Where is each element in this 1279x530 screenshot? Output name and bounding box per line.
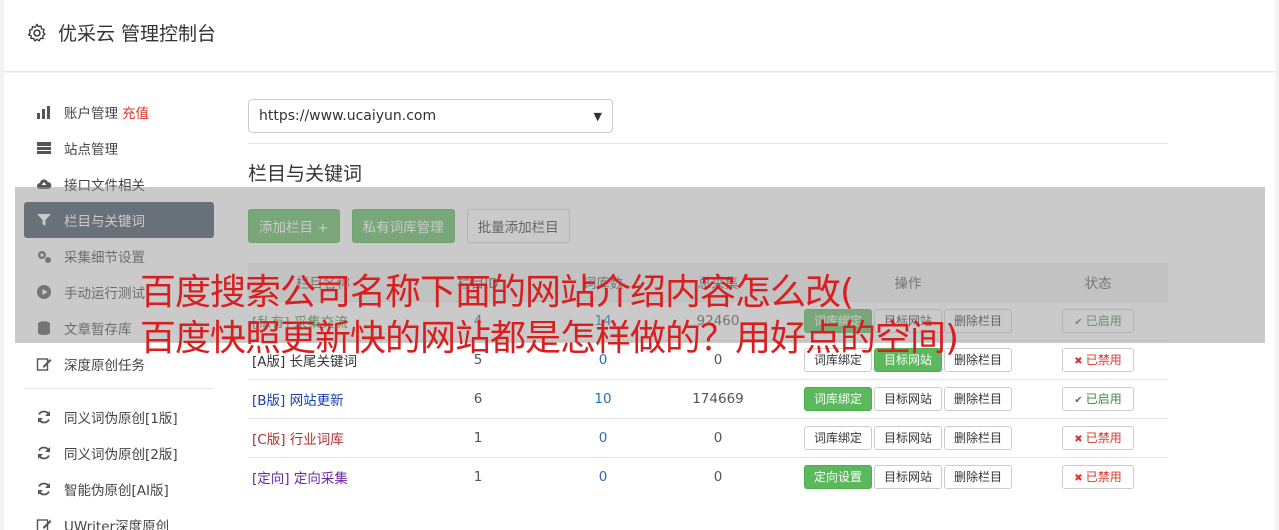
lib-count[interactable]: 10 [558, 378, 648, 418]
sidebar-item-a0[interactable]: 账户管理 充值 [24, 94, 214, 130]
refresh-icon [36, 445, 52, 461]
status-label: 已禁用 [1085, 469, 1122, 484]
refresh-icon [36, 409, 52, 425]
status-cell: ✖ 已禁用 [1028, 417, 1168, 457]
check-icon: ✔ [1074, 394, 1083, 406]
app-title: 优采云 管理控制台 [58, 23, 217, 45]
close-icon: ✖ [1074, 472, 1083, 484]
column-name[interactable]: [C版] 行业词库 [248, 417, 398, 457]
lib-count[interactable]: 0 [558, 417, 648, 457]
column-id: 1 [398, 456, 558, 496]
table-row: [C版] 行业词库 1 0 0 词库绑定 目标网站 删除栏目 ✖ 已禁用 [248, 417, 1168, 457]
delete-column-button[interactable]: 删除栏目 [944, 464, 1013, 489]
status-toggle[interactable]: ✖ 已禁用 [1062, 425, 1134, 450]
server-icon [36, 140, 52, 156]
table-row: [B版] 网站更新 6 10 174669 词库绑定 目标网站 删除栏目 ✔ 已启用 [248, 378, 1168, 418]
chevron-down-icon: ▼ [593, 109, 602, 123]
total-collected: 0 [648, 456, 788, 496]
edit-icon [36, 517, 52, 530]
column-name[interactable]: [定向] 定向采集 [248, 456, 398, 496]
sidebar-item-label: 同义词伪原创[2版] [64, 447, 178, 463]
sidebar-item-label: 账户管理 [64, 106, 118, 122]
sidebar-item-b2[interactable]: 智能伪原创[AI版] [24, 471, 214, 507]
status-toggle[interactable]: ✔已启用 [1062, 386, 1134, 411]
site-select-value: https://www.ucaiyun.com [259, 108, 437, 124]
sidebar-item-b3[interactable]: UWriter深度原创 [24, 507, 214, 530]
gear-icon [27, 23, 46, 42]
row-actions: 定向设置 目标网站 删除栏目 [788, 456, 1028, 496]
sidebar-item-label: 智能伪原创[AI版] [64, 483, 169, 499]
target-site-button[interactable]: 目标网站 [873, 464, 942, 489]
status-cell: ✔已启用 [1028, 378, 1168, 418]
target-site-button[interactable]: 目标网站 [873, 386, 942, 411]
refresh-icon [36, 481, 52, 497]
bind-lib-button[interactable]: 定向设置 [803, 464, 872, 489]
ad-headline-line1: 百度搜索公司名称下面的网站介绍内容怎么改( [140, 272, 854, 313]
ad-headline-line2: 百度快照更新快的网站都是怎样做的？用好点的空间) [140, 318, 959, 359]
close-icon: ✖ [1074, 433, 1083, 445]
status-label: 已禁用 [1085, 430, 1122, 445]
sidebar-item-b0[interactable]: 同义词伪原创[1版] [24, 399, 214, 435]
column-id: 1 [398, 417, 558, 457]
lib-count[interactable]: 0 [558, 456, 648, 496]
ad-headline: 百度搜索公司名称下面的网站介绍内容怎么改( 百度快照更新快的网站都是怎样做的？用… [140, 270, 1150, 362]
site-select[interactable]: https://www.ucaiyun.com ▼ [248, 99, 613, 133]
delete-column-button[interactable]: 删除栏目 [944, 386, 1013, 411]
target-site-button[interactable]: 目标网站 [873, 425, 942, 450]
column-name[interactable]: [B版] 网站更新 [248, 378, 398, 418]
sidebar-item-a1[interactable]: 站点管理 [24, 130, 214, 166]
sidebar-item-label: 同义词伪原创[1版] [64, 411, 178, 427]
edit-icon [36, 356, 52, 372]
delete-column-button[interactable]: 删除栏目 [944, 425, 1013, 450]
status-cell: ✖ 已禁用 [1028, 456, 1168, 496]
sidebar-item-label: UWriter深度原创 [64, 519, 170, 530]
total-collected: 174669 [648, 378, 788, 418]
total-collected: 0 [648, 417, 788, 457]
column-id: 6 [398, 378, 558, 418]
bar-chart-icon [36, 104, 52, 120]
sidebar-item-b1[interactable]: 同义词伪原创[2版] [24, 435, 214, 471]
bind-lib-button[interactable]: 词库绑定 [803, 386, 872, 411]
status-toggle[interactable]: ✖ 已禁用 [1062, 464, 1134, 489]
section-title: 栏目与关键词 [248, 163, 363, 185]
status-label: 已启用 [1085, 391, 1122, 406]
sidebar-item-label: 深度原创任务 [64, 358, 145, 374]
top-bar: 优采云 管理控制台 [4, 0, 1275, 72]
bind-lib-button[interactable]: 词库绑定 [803, 425, 872, 450]
divider [248, 143, 1168, 144]
sidebar-item-label: 站点管理 [64, 142, 118, 158]
row-actions: 词库绑定目标网站删除栏目 [788, 378, 1028, 418]
recharge-link[interactable]: 充值 [122, 102, 149, 122]
sidebar-divider [24, 388, 214, 389]
row-actions: 词库绑定目标网站删除栏目 [788, 417, 1028, 457]
table-row: [定向] 定向采集 1 0 0 定向设置 目标网站 删除栏目 ✖ 已禁用 [248, 456, 1168, 496]
